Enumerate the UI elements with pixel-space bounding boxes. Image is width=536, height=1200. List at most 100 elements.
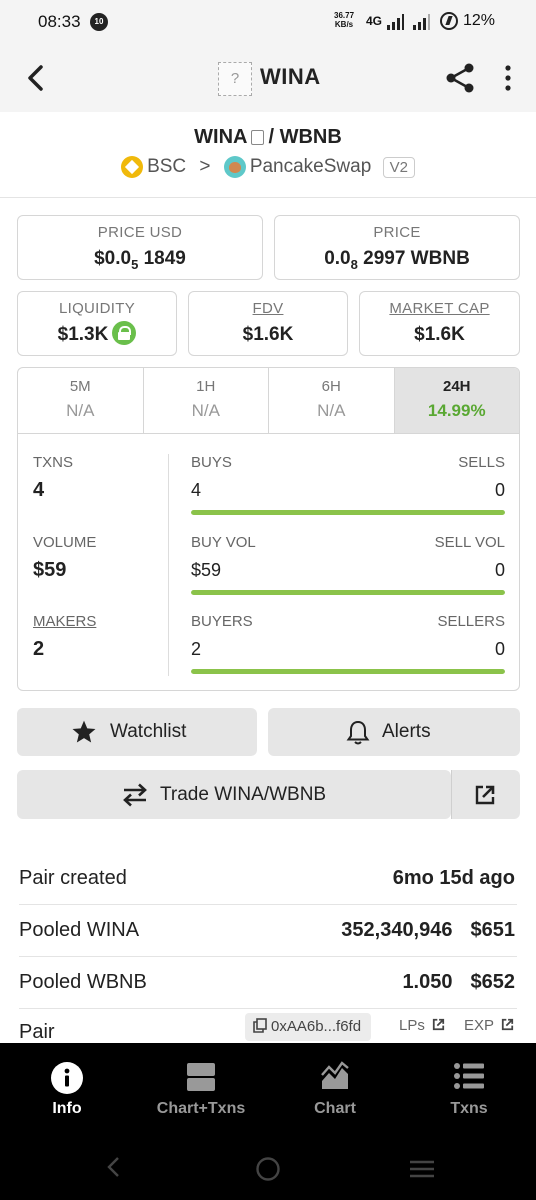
trade-button[interactable]: Trade WINA/WBNB (17, 770, 451, 819)
market-cap-label[interactable]: MARKET CAP (360, 300, 519, 317)
open-external-button[interactable] (451, 770, 520, 819)
system-back-icon[interactable] (104, 1155, 124, 1179)
bottom-nav: Info Chart+Txns Chart Txns (0, 1043, 536, 1135)
fdv-box[interactable]: FDV $1.6K (188, 291, 348, 356)
liquidity-box: LIQUIDITY $1.3K (17, 291, 177, 356)
tab-change: N/A (66, 401, 95, 420)
tab-change: N/A (317, 401, 346, 420)
base-token-symbol: WINA (194, 126, 248, 148)
watchlist-label: Watchlist (110, 721, 187, 742)
txns-metric: TXNS 4 (33, 454, 73, 502)
lock-icon[interactable] (112, 320, 137, 345)
pooled-base-row: Pooled WINA 352,340,946 $651 (19, 905, 517, 957)
buyers-sellers-bar (191, 669, 505, 674)
copy-icon (253, 1018, 267, 1033)
list-icon (454, 1063, 484, 1089)
tab-label: 5M (69, 378, 91, 395)
makers-label[interactable]: MAKERS (33, 613, 96, 630)
more-options-button[interactable] (498, 64, 518, 92)
alerts-button[interactable]: Alerts (268, 708, 520, 756)
fdv-label[interactable]: FDV (189, 300, 347, 317)
tab-1h[interactable]: 1H N/A (144, 368, 269, 433)
star-icon (72, 720, 96, 743)
swap-arrows-icon (123, 783, 147, 807)
nav-chart[interactable]: Chart (268, 1043, 402, 1135)
fdv-value: $1.6K (242, 324, 294, 345)
dex-name[interactable]: PancakeSwap (250, 156, 371, 177)
price-native-zero-count: 8 (350, 256, 358, 272)
buyers-label: BUYERS (191, 613, 253, 630)
sell-vol-label: SELL VOL (434, 534, 505, 551)
system-home-icon[interactable] (255, 1156, 281, 1182)
tab-change: 14.99% (427, 401, 486, 420)
price-native-label: PRICE (373, 224, 421, 241)
liquidity-value: $1.3K (57, 324, 109, 345)
pooled-quote-amount: 1.050 (402, 971, 453, 993)
tab-6h[interactable]: 6H N/A (269, 368, 395, 433)
volume-split-bar (191, 590, 505, 595)
nav-chart-label: Chart (314, 1100, 356, 1117)
sellers-value: 0 (494, 639, 505, 659)
exp-link[interactable]: EXP (464, 1017, 514, 1034)
nav-txns-label: Txns (450, 1100, 488, 1117)
chain-dex-row: BSC > PancakeSwap V2 (0, 156, 536, 178)
sells-value: 0 (494, 480, 505, 500)
battery-level: 12% (463, 12, 496, 29)
metrics-divider (168, 454, 169, 676)
pancakeswap-icon (223, 156, 246, 178)
notification-badge: 10 (90, 13, 108, 31)
quote-token-symbol: WBNB (279, 126, 342, 148)
lps-link[interactable]: LPs (399, 1017, 445, 1034)
status-time: 08:33 (38, 12, 81, 31)
app-bar: ? WINA (0, 44, 536, 112)
txns-value: 4 (33, 479, 45, 501)
makers-metric: MAKERS 2 (33, 613, 96, 661)
charging-icon (440, 12, 458, 30)
price-native-prefix: 0.0 (324, 248, 351, 269)
price-usd-label: PRICE USD (97, 224, 183, 241)
tab-change: N/A (191, 401, 220, 420)
nav-txns[interactable]: Txns (402, 1043, 536, 1135)
pair-label: Pair (19, 1021, 55, 1043)
market-cap-box[interactable]: MARKET CAP $1.6K (359, 291, 520, 356)
pair-created-row: Pair created 6mo 15d ago (19, 853, 517, 905)
market-cap-value: $1.6K (414, 324, 465, 345)
pair-address: 0xAA6b...f6fd (271, 1018, 362, 1035)
system-recents-icon[interactable] (409, 1159, 435, 1179)
status-bar: 08:33 10 36.77 KB/s 4G 12% (0, 0, 536, 44)
pooled-base-usd: $651 (470, 919, 516, 941)
back-button[interactable] (20, 62, 52, 94)
sells-label: SELLS (458, 454, 505, 471)
pair-separator: / (268, 126, 275, 148)
price-native-value: 0.08 2997 WBNB (275, 248, 519, 272)
network-type: 4G (366, 14, 383, 28)
volume-label: VOLUME (33, 534, 97, 551)
tab-24h[interactable]: 24H 14.99% (394, 368, 519, 433)
watchlist-button[interactable]: Watchlist (17, 708, 257, 756)
dex-version-badge: V2 (382, 156, 415, 178)
chart-icon (321, 1061, 349, 1089)
pooled-quote-usd: $652 (470, 971, 516, 993)
nav-chart-txns[interactable]: Chart+Txns (134, 1043, 268, 1135)
bell-icon (346, 720, 370, 745)
pair-title: WINA / WBNB (0, 126, 536, 149)
liquidity-label: LIQUIDITY (58, 300, 136, 317)
buys-value: 4 (191, 480, 202, 500)
trade-label: Trade WINA/WBNB (160, 784, 327, 805)
chart-txns-icon (187, 1063, 215, 1091)
nav-info-label: Info (52, 1100, 82, 1117)
buy-vol-label: BUY VOL (191, 534, 256, 551)
tab-label: 1H (196, 378, 216, 395)
nav-chart-txns-label: Chart+Txns (156, 1100, 246, 1117)
copy-icon[interactable] (251, 130, 265, 145)
tab-5m[interactable]: 5M N/A (18, 368, 144, 433)
token-logo-placeholder: ? (218, 62, 252, 96)
alerts-label: Alerts (382, 721, 431, 742)
pair-address-chip[interactable]: 0xAA6b...f6fd (245, 1013, 372, 1041)
chain-name[interactable]: BSC (147, 156, 186, 177)
exp-link-label: EXP (464, 1017, 494, 1034)
makers-value: 2 (33, 638, 45, 660)
nav-info[interactable]: Info (0, 1043, 134, 1135)
share-button[interactable] (444, 62, 476, 94)
price-usd-prefix: $0.0 (94, 248, 132, 269)
